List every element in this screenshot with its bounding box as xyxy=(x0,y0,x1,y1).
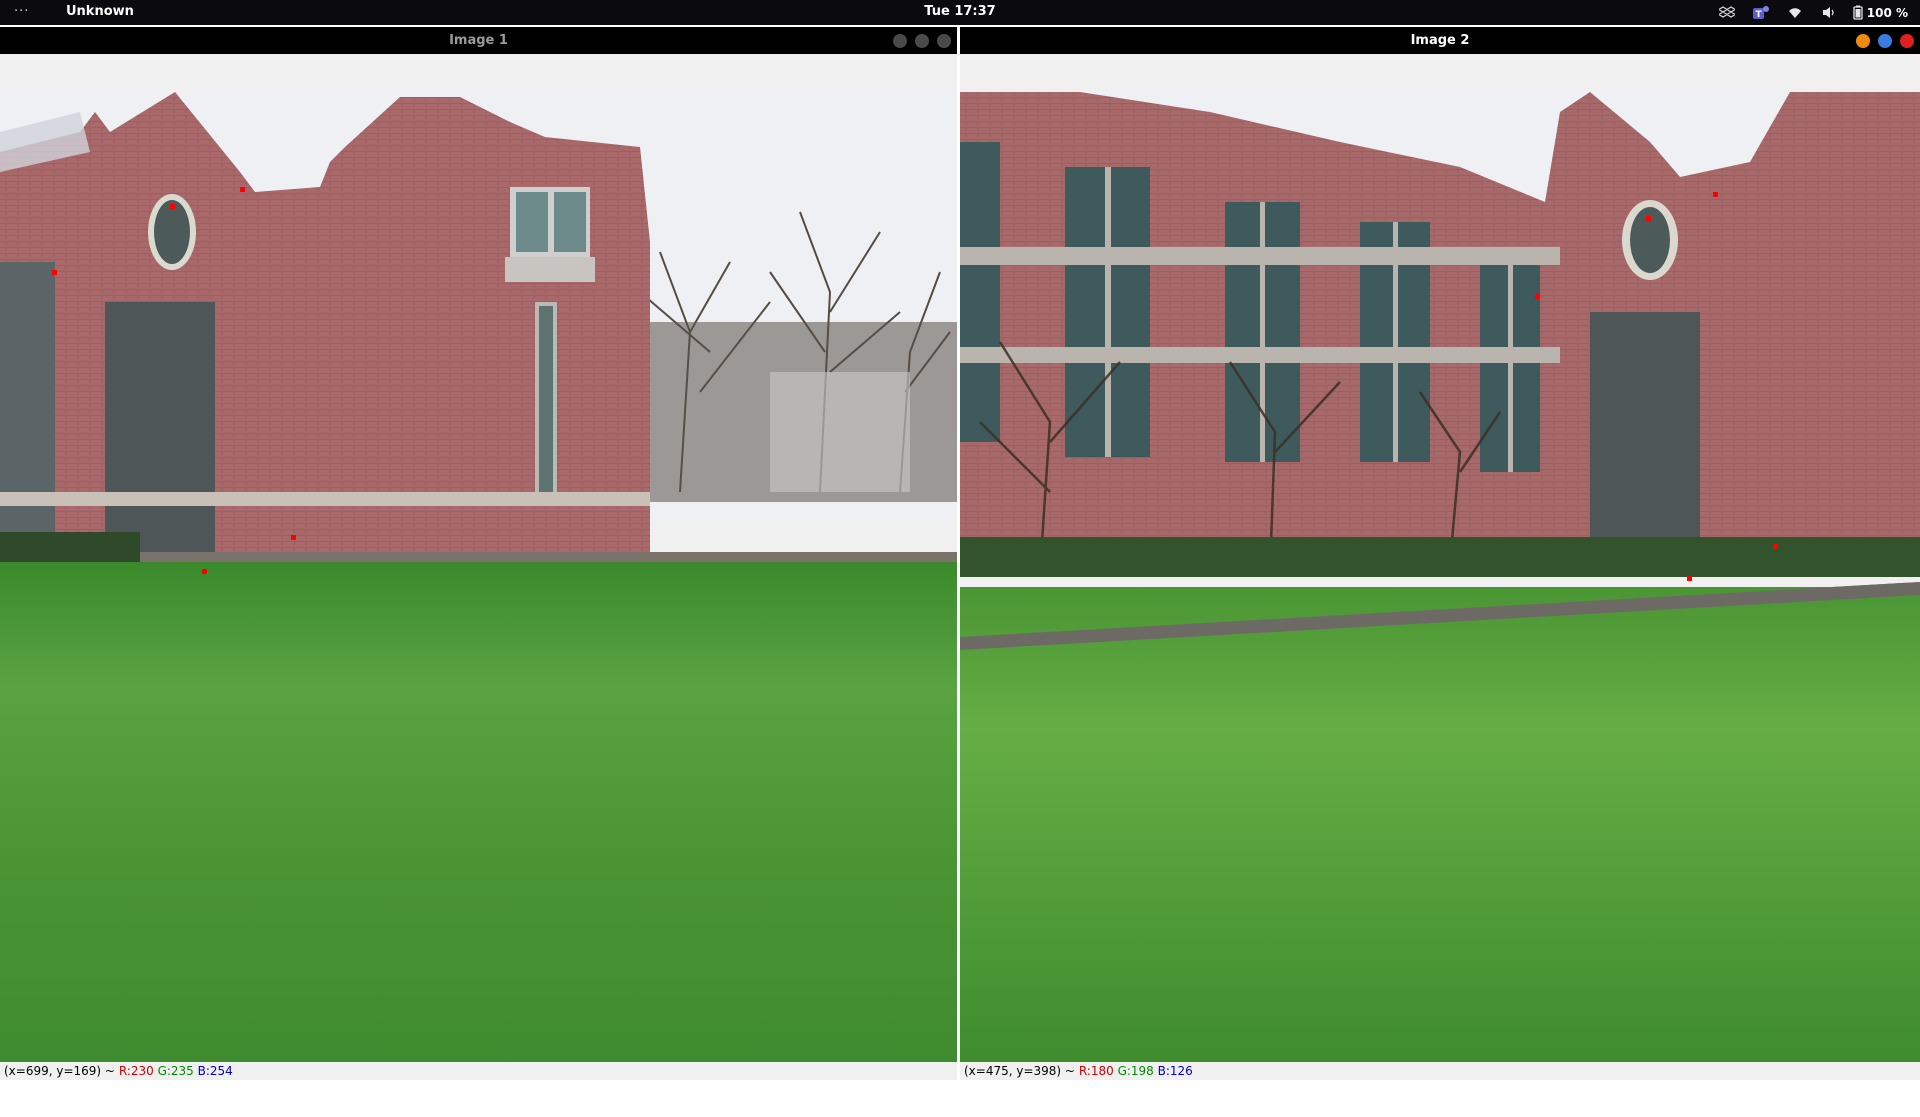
teams-icon[interactable]: T xyxy=(1751,3,1771,23)
pixel-blue: B:254 xyxy=(197,1064,233,1078)
clock[interactable]: Tue 17:37 xyxy=(0,4,1920,19)
system-tray: T 100 % xyxy=(1717,2,1908,23)
svg-text:T: T xyxy=(1755,10,1762,20)
cursor-coords: (x=699, y=169) ~ xyxy=(4,1064,115,1078)
pixel-green: G:198 xyxy=(1117,1064,1154,1078)
minimize-button[interactable] xyxy=(1856,34,1870,48)
toolbar-strip xyxy=(960,54,1920,92)
wifi-icon[interactable] xyxy=(1785,3,1805,23)
window-title: Image 1 xyxy=(449,33,508,48)
image-window-2[interactable]: Image 2 (x=475, y=398) ~ R:180 G:198 B:1… xyxy=(960,27,1920,1080)
pixel-status-bar: (x=475, y=398) ~ R:180 G:198 B:126 xyxy=(960,1062,1920,1080)
cursor-coords: (x=475, y=398) ~ xyxy=(964,1064,1075,1078)
pixel-status-bar: (x=699, y=169) ~ R:230 G:235 B:254 xyxy=(0,1062,957,1080)
pixel-blue: B:126 xyxy=(1157,1064,1193,1078)
close-button[interactable] xyxy=(1900,34,1914,48)
window-titlebar[interactable]: Image 1 xyxy=(0,27,957,54)
minimize-button[interactable] xyxy=(893,34,907,48)
maximize-button[interactable] xyxy=(915,34,929,48)
window-titlebar[interactable]: Image 2 xyxy=(960,27,1920,54)
window-controls xyxy=(1856,34,1914,48)
battery-icon xyxy=(1853,5,1863,20)
building-photo-2 xyxy=(960,92,1920,1062)
maximize-button[interactable] xyxy=(1878,34,1892,48)
pixel-green: G:235 xyxy=(157,1064,194,1078)
battery-percent: 100 % xyxy=(1866,5,1908,20)
volume-icon[interactable] xyxy=(1819,3,1839,23)
image-canvas[interactable] xyxy=(0,92,957,1117)
pixel-red: R:230 xyxy=(118,1064,154,1078)
building-photo-1 xyxy=(0,92,957,1062)
top-bar: ··· Unknown Tue 17:37 T 100 % xyxy=(0,0,1920,25)
dropbox-icon[interactable] xyxy=(1717,3,1737,23)
battery-indicator[interactable]: 100 % xyxy=(1853,5,1908,20)
window-controls xyxy=(893,34,951,48)
toolbar-strip xyxy=(0,54,957,92)
close-button[interactable] xyxy=(937,34,951,48)
image-window-1[interactable]: Image 1 (x=699, y=169) ~ R:230 G:235 B:2… xyxy=(0,27,957,1080)
window-title: Image 2 xyxy=(1410,33,1470,48)
pixel-red: R:180 xyxy=(1078,1064,1114,1078)
image-canvas[interactable] xyxy=(960,92,1920,1117)
